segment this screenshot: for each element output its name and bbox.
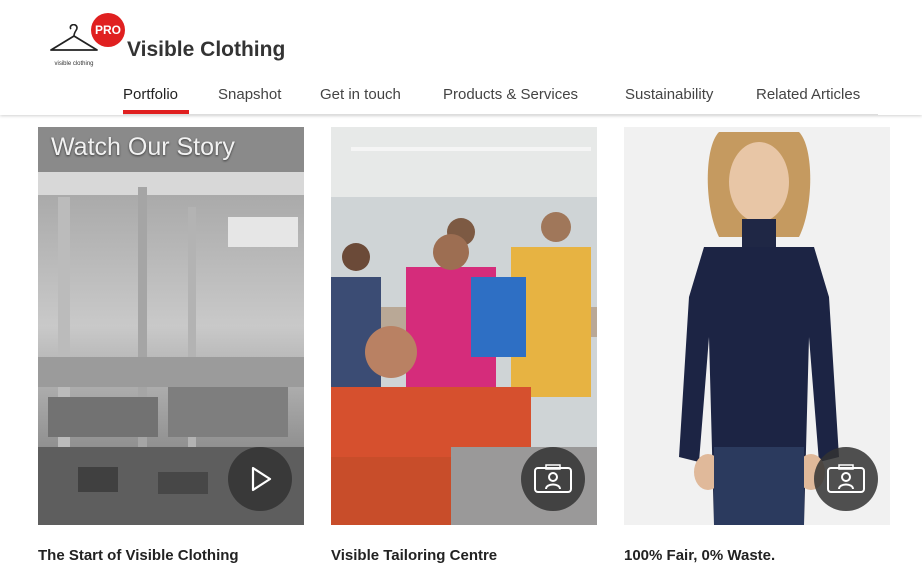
tab-products-services[interactable]: Products & Services <box>443 86 578 103</box>
model-sweater-photo[interactable] <box>624 127 890 525</box>
portfolio-card-fair[interactable]: 100% Fair, 0% Waste. <box>624 127 890 564</box>
tab-sustainability[interactable]: Sustainability <box>625 86 713 103</box>
profile-view-button[interactable] <box>521 447 585 511</box>
logo-text: visible clothing <box>54 61 94 67</box>
card-title[interactable]: The Start of Visible Clothing <box>38 547 239 564</box>
factory-video-thumbnail[interactable]: Watch Our Story <box>38 127 304 525</box>
brand-name: Visible Clothing <box>127 38 286 61</box>
portfolio-card-tailoring[interactable]: Visible Tailoring Centre <box>331 127 597 564</box>
play-button[interactable] <box>228 447 292 511</box>
play-icon <box>251 466 272 492</box>
card-title[interactable]: Visible Tailoring Centre <box>331 547 497 564</box>
card-title[interactable]: 100% Fair, 0% Waste. <box>624 547 775 564</box>
active-tab-indicator <box>123 110 189 114</box>
tailoring-centre-photo[interactable] <box>331 127 597 525</box>
profile-card-icon <box>534 464 572 493</box>
tab-related-articles[interactable]: Related Articles <box>756 86 860 103</box>
nav-bar: Portfolio Snapshot Get in touch Products… <box>0 86 922 115</box>
portfolio-card-video[interactable]: Watch Our Story The Start of Visible Clo… <box>38 127 304 564</box>
tab-get-in-touch[interactable]: Get in touch <box>320 86 401 103</box>
nav-divider <box>123 114 878 115</box>
video-overlay-title: Watch Our Story <box>51 133 235 161</box>
profile-card-icon <box>827 464 865 493</box>
page-header: visible clothing PRO Visible Clothing Po… <box>0 0 922 115</box>
tab-snapshot[interactable]: Snapshot <box>218 86 281 103</box>
profile-view-button[interactable] <box>814 447 878 511</box>
tab-portfolio[interactable]: Portfolio <box>123 86 178 103</box>
pro-badge: PRO <box>91 13 125 47</box>
